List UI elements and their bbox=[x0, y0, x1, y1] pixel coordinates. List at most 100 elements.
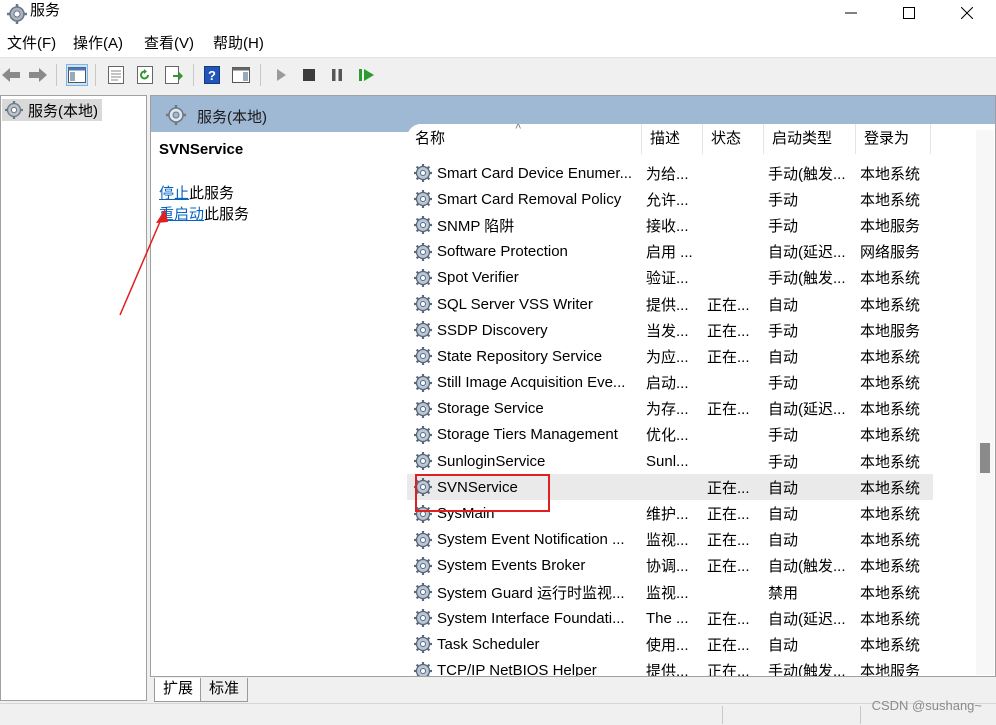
service-name: Storage Tiers Management bbox=[437, 426, 618, 444]
table-row[interactable]: Smart Card Device Enumer... 为给... 手动(触发...… bbox=[407, 160, 933, 186]
menu-help[interactable]: 帮助(H) bbox=[213, 35, 264, 53]
close-button[interactable] bbox=[938, 0, 996, 26]
service-description: 为给... bbox=[646, 165, 689, 183]
service-logon-as: 本地系统 bbox=[860, 453, 921, 471]
service-name: State Repository Service bbox=[437, 347, 603, 365]
column-startup-label: 启动类型 bbox=[772, 130, 833, 147]
scrollbar-thumb[interactable] bbox=[980, 443, 990, 473]
table-row[interactable]: Still Image Acquisition Eve... 启动... 手动 本地系… bbox=[407, 370, 933, 396]
service-name-cell: System Interface Foundati... bbox=[407, 608, 642, 628]
column-header-desc[interactable]: 描述 bbox=[642, 124, 703, 154]
action-pane-button[interactable] bbox=[230, 64, 252, 86]
menu-file[interactable]: 文件(F) bbox=[7, 35, 56, 53]
table-row[interactable]: SSDP Discovery 当发... 正在... 手动 本地服务 bbox=[407, 317, 933, 343]
service-startup-type: 手动 bbox=[768, 191, 799, 209]
table-row[interactable]: Smart Card Removal Policy 允许... 手动 本地系统 bbox=[407, 186, 933, 212]
service-startup-type: 自动 bbox=[768, 506, 799, 524]
forward-button[interactable] bbox=[27, 64, 49, 86]
main-area: 服务(本地) 服务(本地) SVNService 停止此服务 重启动此服务 ˄ … bbox=[0, 93, 996, 703]
service-name-cell: System Events Broker bbox=[407, 556, 642, 576]
table-row[interactable]: System Guard 运行时监视... 监视... 禁用 本地系统 bbox=[407, 579, 933, 605]
service-logon-as: 本地系统 bbox=[860, 532, 921, 550]
status-divider bbox=[722, 706, 723, 724]
service-startup-type: 手动(触发... bbox=[768, 165, 846, 183]
service-description: 协调... bbox=[646, 558, 689, 576]
service-gear-icon bbox=[414, 609, 432, 628]
help-button[interactable]: ? bbox=[201, 64, 223, 86]
restart-service-icon bbox=[359, 69, 374, 81]
service-logon-as: 本地系统 bbox=[860, 375, 921, 393]
column-header-logon[interactable]: 登录为 bbox=[856, 124, 931, 154]
menu-action[interactable]: 操作(A) bbox=[73, 35, 123, 53]
column-header-name[interactable]: ˄ 名称 bbox=[407, 124, 642, 154]
pause-service-button[interactable] bbox=[326, 64, 348, 86]
table-row[interactable]: Spot Verifier 验证... 手动(触发... 本地系统 bbox=[407, 265, 933, 291]
service-name-cell: SSDP Discovery bbox=[407, 320, 642, 340]
restart-service-link[interactable]: 重启动 bbox=[159, 206, 204, 223]
vertical-scrollbar[interactable] bbox=[976, 130, 994, 675]
stop-service-icon bbox=[303, 69, 315, 81]
column-header-startup[interactable]: 启动类型 bbox=[764, 124, 856, 154]
table-row[interactable]: System Events Broker 协调... 正在... 自动(触发... 本地… bbox=[407, 553, 933, 579]
close-icon bbox=[961, 7, 973, 19]
service-gear-icon bbox=[414, 504, 432, 523]
console-tree-button[interactable] bbox=[66, 64, 88, 86]
table-row[interactable]: SQL Server VSS Writer 提供... 正在... 自动 本地系统 bbox=[407, 291, 933, 317]
stop-service-suffix: 此服务 bbox=[189, 185, 235, 202]
service-name-cell: SNMP 陷阱 bbox=[407, 215, 642, 236]
table-row[interactable]: Storage Tiers Management 优化... 手动 本地系统 bbox=[407, 422, 933, 448]
service-name: SQL Server VSS Writer bbox=[437, 295, 593, 313]
service-gear-icon bbox=[414, 556, 432, 575]
service-startup-type: 手动 bbox=[768, 375, 799, 393]
service-gear-icon bbox=[414, 216, 432, 235]
service-status: 正在... bbox=[707, 532, 750, 550]
table-row[interactable]: System Event Notification ... 监视... 正在... 自… bbox=[407, 527, 933, 553]
service-logon-as: 本地服务 bbox=[860, 217, 921, 235]
stop-service-link[interactable]: 停止 bbox=[159, 185, 189, 202]
table-row[interactable]: TCP/IP NetBIOS Helper 提供... 正在... 手动(触发... 本… bbox=[407, 658, 933, 676]
service-name: Still Image Acquisition Eve... bbox=[437, 374, 626, 392]
service-name: Smart Card Removal Policy bbox=[437, 190, 622, 208]
back-button[interactable] bbox=[0, 64, 22, 86]
service-gear-icon bbox=[414, 190, 432, 209]
service-startup-type: 手动(触发... bbox=[768, 663, 846, 676]
maximize-button[interactable] bbox=[880, 0, 938, 26]
table-row[interactable]: Software Protection 启用 ... 自动(延迟... 网络服务 bbox=[407, 239, 933, 265]
table-row[interactable]: Storage Service 为存... 正在... 自动(延迟... 本地系统 bbox=[407, 396, 933, 422]
service-name: System Event Notification ... bbox=[437, 531, 625, 549]
toolbar-separator bbox=[95, 64, 96, 86]
export-list-button[interactable] bbox=[163, 64, 185, 86]
service-gear-icon bbox=[414, 661, 432, 676]
table-row[interactable]: System Interface Foundati... The ... 正在...… bbox=[407, 605, 933, 631]
show-hide-console-tree-icon bbox=[68, 67, 86, 83]
tab-standard[interactable]: 标准 bbox=[200, 678, 249, 702]
svg-text:?: ? bbox=[208, 68, 216, 83]
service-gear-icon bbox=[414, 530, 432, 549]
column-header-status[interactable]: 状态 bbox=[703, 124, 764, 154]
menu-view[interactable]: 查看(V) bbox=[144, 35, 194, 53]
properties-button[interactable] bbox=[105, 64, 127, 86]
minimize-button[interactable] bbox=[822, 0, 880, 26]
service-status: 正在... bbox=[707, 558, 750, 576]
service-gear-icon bbox=[414, 242, 432, 261]
stop-service-button[interactable] bbox=[298, 64, 320, 86]
start-service-button[interactable] bbox=[270, 64, 292, 86]
service-name: SunloginService bbox=[437, 452, 546, 470]
table-row[interactable]: SNMP 陷阱 接收... 手动 本地服务 bbox=[407, 212, 933, 238]
title-bar: 服务 bbox=[0, 0, 996, 30]
table-row[interactable]: SunloginService Sunl... 手动 本地系统 bbox=[407, 448, 933, 474]
service-name: Software Protection bbox=[437, 243, 568, 261]
table-row[interactable]: SVNService 正在... 自动 本地系统 bbox=[407, 474, 933, 501]
service-name-cell: State Repository Service bbox=[407, 346, 642, 366]
table-row[interactable]: State Repository Service 为应... 正在... 自动 本地系统 bbox=[407, 343, 933, 369]
service-name-cell: SunloginService bbox=[407, 451, 642, 471]
service-gear-icon bbox=[414, 478, 432, 497]
tree-item-services-local[interactable]: 服务(本地) bbox=[2, 99, 102, 121]
table-row[interactable]: SysMain 维护... 正在... 自动 本地系统 bbox=[407, 500, 933, 526]
status-bar bbox=[0, 703, 996, 725]
action-pane-icon bbox=[232, 67, 250, 83]
table-row[interactable]: Task Scheduler 使用... 正在... 自动 本地系统 bbox=[407, 631, 933, 657]
tab-extended[interactable]: 扩展 bbox=[154, 678, 203, 702]
refresh-button[interactable] bbox=[134, 64, 156, 86]
restart-service-button[interactable] bbox=[356, 64, 378, 86]
